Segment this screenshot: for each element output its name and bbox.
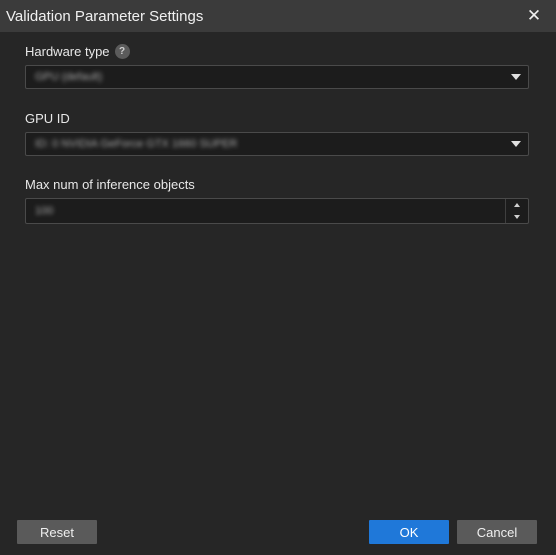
hardware-type-value: GPU (default): [35, 71, 103, 83]
max-inference-spinbox[interactable]: 100: [25, 198, 529, 224]
hardware-type-select[interactable]: GPU (default): [25, 65, 529, 89]
chevron-down-icon[interactable]: [511, 74, 521, 80]
cancel-button[interactable]: Cancel: [457, 520, 537, 544]
max-inference-label: Max num of inference objects: [25, 176, 195, 192]
hardware-type-field: Hardware type ? GPU (default): [25, 42, 529, 89]
close-icon[interactable]: ✕: [522, 4, 546, 28]
gpu-id-value: ID: 0 NVIDIA GeForce GTX 1660 SUPER: [35, 138, 238, 150]
quantity-stepper: [505, 199, 528, 223]
max-inference-field: Max num of inference objects 100: [25, 175, 529, 224]
hardware-type-label-row: Hardware type ?: [25, 42, 529, 60]
gpu-id-label: GPU ID: [25, 110, 70, 126]
dialog-title: Validation Parameter Settings: [6, 7, 204, 25]
stepper-down-icon[interactable]: [506, 211, 528, 223]
help-icon[interactable]: ?: [114, 43, 130, 59]
max-inference-value: 100: [35, 205, 54, 217]
ok-button[interactable]: OK: [369, 520, 449, 544]
chevron-down-icon[interactable]: [511, 141, 521, 147]
gpu-id-field: GPU ID ID: 0 NVIDIA GeForce GTX 1660 SUP…: [25, 109, 529, 156]
gpu-id-label-row: GPU ID: [25, 109, 529, 127]
title-bar: Validation Parameter Settings ✕: [0, 0, 556, 32]
reset-button[interactable]: Reset: [17, 520, 97, 544]
stepper-up-icon[interactable]: [506, 199, 528, 211]
validation-parameter-dialog: Validation Parameter Settings ✕ Hardware…: [0, 0, 556, 555]
settings-form: Hardware type ? GPU (default) GPU ID ID:…: [25, 42, 529, 224]
max-inference-label-row: Max num of inference objects: [25, 175, 529, 193]
hardware-type-label: Hardware type: [25, 43, 110, 59]
gpu-id-select[interactable]: ID: 0 NVIDIA GeForce GTX 1660 SUPER: [25, 132, 529, 156]
